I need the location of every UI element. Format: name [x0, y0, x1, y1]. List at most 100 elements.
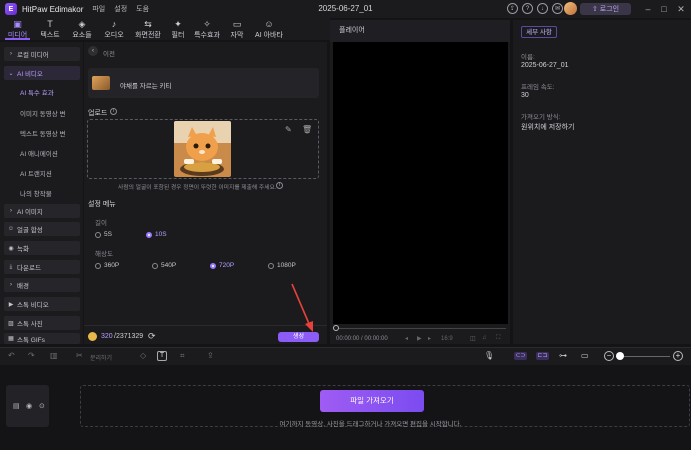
tab-media[interactable]: ▣ 미디어: [2, 18, 33, 40]
aspect-ratio[interactable]: 16:9: [441, 336, 453, 342]
filter-icon: ✦: [174, 18, 182, 29]
sidebar-item-ai-video[interactable]: ⌄ AI 비디오: [4, 66, 80, 80]
info-icon[interactable]: i: [110, 108, 117, 115]
tab-audio[interactable]: ♪ 오디오: [99, 18, 129, 40]
crop-icon[interactable]: ⌗: [180, 351, 185, 361]
fullscreen-icon[interactable]: ⛶: [496, 335, 500, 342]
settings-label: 설정 메뉴: [88, 201, 116, 208]
length-option-10s[interactable]: 10S: [146, 231, 167, 238]
tab-text[interactable]: T 텍스트: [35, 18, 65, 40]
help-icon[interactable]: ?: [522, 3, 533, 14]
refresh-icon[interactable]: ⟳: [148, 331, 156, 342]
export-frame-icon[interactable]: ⇪: [207, 351, 214, 360]
tab-transition[interactable]: ⇆ 화면전환: [131, 18, 165, 40]
import-file-button[interactable]: 파일 가져오기: [320, 390, 424, 412]
login-button[interactable]: ⇧ 로그인: [580, 3, 631, 15]
resolution-option-360p[interactable]: 360P: [95, 262, 119, 269]
text-icon: T: [47, 18, 53, 29]
upload-icon: ⇧: [591, 6, 598, 13]
sidebar-item-stock-photo[interactable]: ▨ 스톡 사진: [4, 316, 80, 330]
magnet-icon[interactable]: ⊂⊃: [514, 352, 527, 360]
redo-icon[interactable]: ↷: [28, 351, 35, 360]
sidebar-item-ai-animation[interactable]: AI 애니메이션: [4, 146, 80, 160]
download-icon[interactable]: ↓: [537, 3, 548, 14]
maximize-icon[interactable]: □: [657, 2, 671, 16]
shield-icon[interactable]: ◇: [140, 351, 146, 360]
menu-file[interactable]: 파일: [92, 4, 105, 14]
share-icon[interactable]: ⇪: [507, 3, 518, 14]
resolution-option-720p[interactable]: 720P: [210, 262, 234, 269]
sidebar-item-text-to-video[interactable]: 텍스트 동영상 변: [4, 126, 80, 140]
sidebar-item-stock-video[interactable]: ▶ 스톡 비디오: [4, 297, 80, 311]
split-icon[interactable]: ✂: [76, 351, 83, 360]
sidebar-item-background[interactable]: › 배경: [4, 278, 80, 292]
text-tool-icon[interactable]: T: [157, 351, 167, 361]
lock-icon[interactable]: ⊙: [39, 402, 45, 410]
import-mode-value: 원위치에 저장하기: [521, 124, 575, 131]
resolution-option-1080p[interactable]: 1080P: [268, 262, 296, 269]
preview-icon[interactable]: ▭: [581, 351, 589, 360]
menu-help[interactable]: 도움: [136, 4, 149, 14]
delete-icon[interactable]: ▥: [50, 351, 58, 360]
microphone-icon[interactable]: 🎙: [484, 351, 494, 360]
back-label[interactable]: 이전: [103, 48, 115, 58]
name-value: 2025-06-27_01: [521, 62, 569, 69]
radio-selected-icon: [146, 231, 152, 238]
image-icon: ▨: [8, 320, 14, 327]
tab-elements[interactable]: ◈ 요소들: [67, 18, 97, 40]
sidebar-item-download[interactable]: ⤓ 다운로드: [4, 260, 80, 274]
app-name: HitPaw Edimakor: [22, 4, 84, 14]
close-icon[interactable]: ✕: [674, 2, 688, 16]
playback-progress-track[interactable]: [336, 328, 506, 329]
chevron-right-icon: ›: [10, 208, 12, 214]
avatar[interactable]: [564, 2, 577, 15]
sidebar-item-ai-image[interactable]: › AI 이미지: [4, 204, 80, 218]
tab-ai-avatar[interactable]: ☺ AI 아바타: [251, 18, 287, 40]
sidebar-item-local-media[interactable]: › 로컬 미디어: [4, 47, 80, 61]
fit-icon[interactable]: ⊶: [559, 351, 567, 360]
edit-icon[interactable]: ✎: [285, 125, 292, 134]
sidebar-item-my-creations[interactable]: 나의 창작물: [4, 186, 80, 200]
sidebar-item-ai-effects[interactable]: AI 특수 효과: [4, 85, 80, 99]
link-icon[interactable]: ⊏⊐: [536, 352, 549, 360]
gift-icon[interactable]: ✉: [552, 3, 563, 14]
sidebar-item-recording[interactable]: ◉ 녹화: [4, 241, 80, 255]
zoom-out-icon[interactable]: −: [604, 351, 614, 361]
playhead-handle[interactable]: [333, 325, 339, 331]
sidebar-item-image-to-video[interactable]: 이미지 동영상 변: [4, 106, 80, 120]
tab-subtitle[interactable]: ▭ 자막: [226, 18, 248, 40]
gif-icon: ▦: [8, 336, 14, 342]
effect-thumbnail: [92, 76, 110, 90]
zoom-in-icon[interactable]: +: [673, 351, 683, 361]
sidebar-item-ai-transition[interactable]: AI 트랜지션: [4, 166, 80, 180]
visibility-icon[interactable]: ◉: [26, 402, 32, 410]
minimize-icon[interactable]: –: [641, 2, 655, 16]
music-icon: ♪: [111, 18, 117, 29]
snapshot-icon[interactable]: ◫: [470, 335, 476, 342]
tab-filter[interactable]: ✦ 필터: [167, 18, 189, 40]
player-tab[interactable]: 플레이어: [330, 20, 510, 42]
upload-label: 업로드: [88, 110, 108, 117]
tab-effects[interactable]: ✧ 특수효과: [191, 18, 223, 40]
length-option-5s[interactable]: 5S: [95, 231, 112, 238]
zoom-slider-handle[interactable]: [616, 352, 624, 360]
video-track-icon[interactable]: ▤: [13, 402, 20, 410]
next-frame-icon[interactable]: ▸: [428, 335, 431, 342]
undo-icon[interactable]: ↶: [8, 351, 15, 360]
sidebar-item-stock-gif[interactable]: ▦ 스톡 GIFs: [4, 333, 80, 344]
menu-settings[interactable]: 설정: [114, 4, 127, 14]
sidebar-item-face-swap[interactable]: ☺ 얼굴 합성: [4, 222, 80, 236]
record-icon: ◉: [8, 245, 14, 252]
info-icon[interactable]: i: [276, 182, 283, 189]
trash-icon[interactable]: 🗑: [302, 125, 312, 134]
resolution-option-540p[interactable]: 540P: [152, 262, 176, 269]
zoom-slider[interactable]: [618, 356, 670, 357]
split-label[interactable]: 분리하기: [90, 353, 112, 362]
play-icon[interactable]: ▶: [417, 335, 422, 342]
back-arrow-icon[interactable]: ‹: [88, 46, 98, 56]
upload-note: 사람의 얼굴이 포함된 경우 정면이 뚜렷한 이미지를 제출해 주세요.: [118, 185, 277, 191]
prev-frame-icon[interactable]: ◂: [405, 335, 408, 342]
tab-details[interactable]: 세부 사항: [521, 26, 557, 38]
radio-icon: [95, 262, 101, 269]
volume-icon[interactable]: ♫: [482, 335, 487, 341]
